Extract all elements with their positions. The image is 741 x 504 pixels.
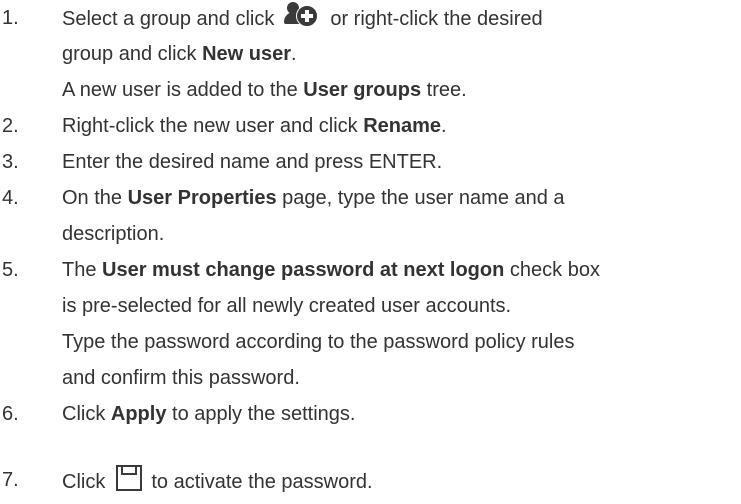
step-text: description. xyxy=(62,223,165,245)
step-text-segment: to activate the password. xyxy=(151,471,373,493)
step-text: Type the password according to the passw… xyxy=(62,331,575,353)
step-text: Enter the desired name and press ENTER. xyxy=(62,151,443,173)
step-number: 7. xyxy=(2,469,19,491)
step-text-segment: . xyxy=(291,43,297,65)
step-text: group and click New user. xyxy=(62,38,297,70)
step-number: 2. xyxy=(2,115,19,137)
step-text-segment: to apply the settings. xyxy=(166,403,356,425)
step-number: 1. xyxy=(2,7,19,29)
step-result-text: A new user is added to the User groups t… xyxy=(62,74,467,106)
step-text: Click to activate the password. xyxy=(62,464,373,498)
new-user-icon xyxy=(284,2,320,28)
step-number: 4. xyxy=(2,187,19,209)
step-text: Right-click the new user and click Renam… xyxy=(62,110,447,142)
step-text-segment: On the xyxy=(62,187,128,209)
step-text-segment: A new user is added to the xyxy=(62,79,304,101)
step-text-segment: The xyxy=(62,259,103,281)
step-number: 5. xyxy=(2,259,19,281)
ui-term: New user xyxy=(202,43,292,65)
step-text-segment: Click xyxy=(62,471,106,493)
step-text: and confirm this password. xyxy=(62,367,300,389)
step-text-segment: . xyxy=(441,115,447,137)
save-icon xyxy=(116,465,143,491)
step-number: 3. xyxy=(2,151,19,173)
step-text: On the User Properties page, type the us… xyxy=(62,182,565,214)
ui-term: User groups xyxy=(303,79,422,101)
step-text-segment: Select a group and click xyxy=(62,8,275,30)
ui-term: User Properties xyxy=(127,187,277,209)
step-text-segment: Right-click the new user and click xyxy=(62,115,364,137)
step-text-segment: page, type the user name and a xyxy=(276,187,565,209)
ui-term: Rename xyxy=(363,115,442,137)
step-text: Select a group and click or right-click t… xyxy=(62,2,543,35)
step-text-segment: check box xyxy=(504,259,600,281)
ui-term: User must change password at next logon xyxy=(102,259,505,281)
step-text-segment: group and click xyxy=(62,43,203,65)
step-text-segment: tree. xyxy=(421,79,467,101)
step-text: is pre-selected for all newly created us… xyxy=(62,295,512,317)
step-text-segment: or right-click the desired xyxy=(330,8,543,30)
step-number: 6. xyxy=(2,403,19,425)
step-text-segment: Click xyxy=(62,403,111,425)
step-text: Click Apply to apply the settings. xyxy=(62,398,355,430)
step-text: The User must change password at next lo… xyxy=(62,254,600,286)
ui-term: Apply xyxy=(110,403,167,425)
